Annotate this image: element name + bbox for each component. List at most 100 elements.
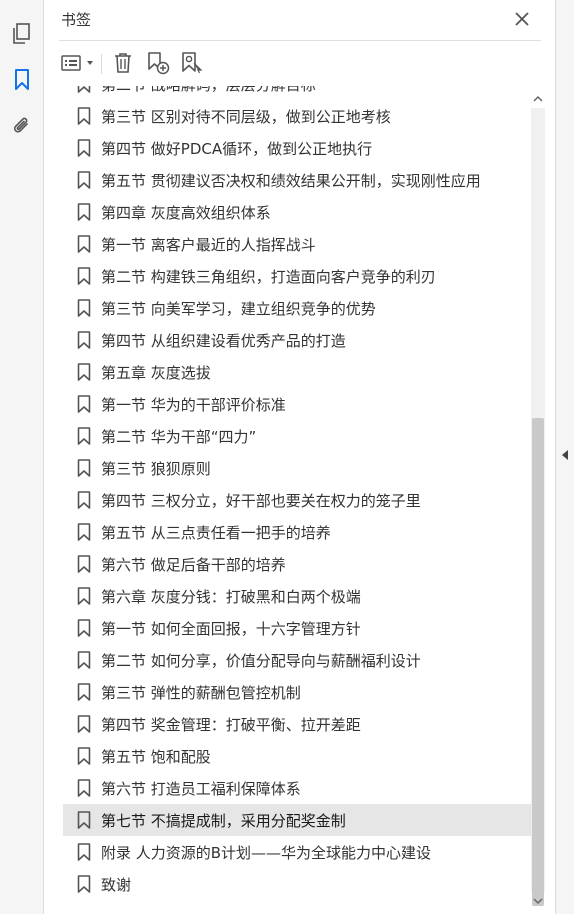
panel-header: 书签 [45,0,555,40]
bookmark-icon [77,875,91,893]
bookmark-icon [77,811,91,829]
bookmark-item[interactable]: 第六节 打造员工福利保障体系 [63,772,531,804]
bookmark-label: 第二节 华为干部“四力” [101,427,257,446]
bookmark-item[interactable]: 第三节 向美军学习，建立组织竞争的优势 [63,292,531,324]
bookmark-icon [77,395,91,413]
bookmark-item[interactable]: 第二节 华为干部“四力” [63,420,531,452]
bookmark-item[interactable]: 致谢 [63,868,531,900]
close-icon[interactable] [511,8,533,30]
bookmark-icon [77,843,91,861]
bookmark-label: 第三节 区别对待不同层级，做到公正地考核 [101,107,391,126]
bookmark-icon [77,331,91,349]
bookmarks-toolbar [45,44,555,84]
bookmark-item[interactable]: 第四节 从组织建设看优秀产品的打造 [63,324,531,356]
bookmark-item[interactable]: 第五章 灰度选拔 [63,356,531,388]
bookmark-label: 第五节 饱和配股 [101,747,211,766]
collapse-panel-icon[interactable] [560,448,570,462]
bookmark-label: 第五章 灰度选拔 [101,363,211,382]
scroll-up-icon[interactable] [531,92,545,106]
bookmark-icon [77,491,91,509]
bookmark-label: 第三节 向美军学习，建立组织竞争的优势 [101,299,376,318]
collapse-rail [555,0,574,914]
bookmark-label: 第一节 华为的干部评价标准 [101,395,286,414]
bookmark-item[interactable]: 第一节 华为的干部评价标准 [63,388,531,420]
bookmark-item[interactable]: 第五节 从三点责任看一把手的培养 [63,516,531,548]
delete-icon[interactable] [111,50,135,76]
bookmark-icon [77,299,91,317]
bookmark-label: 第五节 贯彻建议否决权和绩效结果公开制，实现刚性应用 [101,171,481,190]
bookmark-icon [77,107,91,125]
bookmark-icon [77,203,91,221]
toolbar-separator [101,54,102,74]
bookmark-label: 第五节 从三点责任看一把手的培养 [101,523,331,542]
bookmark-icon [77,363,91,381]
bookmark-icon[interactable] [10,68,34,92]
bookmark-icon [77,683,91,701]
bookmark-item[interactable]: 第四节 奖金管理：打破平衡、拉开差距 [63,708,531,740]
new-bookmark-icon[interactable] [145,50,171,76]
bookmark-icon [77,235,91,253]
bookmark-label: 附录 人力资源的B计划——华为全球能力中心建设 [101,843,432,862]
bookmark-icon [77,619,91,637]
bookmark-label: 第六节 打造员工福利保障体系 [101,779,301,798]
bookmark-item[interactable]: 第二节 构建铁三角组织，打造面向客户竞争的利刃 [63,260,531,292]
bookmark-item[interactable]: 第五节 贯彻建议否决权和绩效结果公开制，实现刚性应用 [63,164,531,196]
bookmark-icon [77,427,91,445]
bookmark-label: 第二节 如何分享，价值分配导向与薪酬福利设计 [101,651,421,670]
bookmark-icon [77,523,91,541]
bookmark-label: 第一节 离客户最近的人指挥战斗 [101,235,316,254]
bookmark-item[interactable]: 第四节 做好PDCA循环，做到公正地执行 [63,132,531,164]
bookmark-icon [77,459,91,477]
bookmark-item[interactable]: 第二节 如何分享，价值分配导向与薪酬福利设计 [63,644,531,676]
pages-icon[interactable] [10,22,34,46]
bookmark-item[interactable]: 第三节 狼狈原则 [63,452,531,484]
scrollbar-track[interactable] [531,108,545,906]
bookmark-item[interactable]: 第七节 不搞提成制，采用分配奖金制 [63,804,531,836]
bookmark-label: 第四章 灰度高效组织体系 [101,203,271,222]
bookmark-label: 第一节 如何全面回报，十六字管理方针 [101,619,361,638]
bookmark-item[interactable]: 第一节 如何全面回报，十六字管理方针 [63,612,531,644]
bookmark-label: 第三节 弹性的薪酬包管控机制 [101,683,301,702]
bookmark-item[interactable]: 第五节 饱和配股 [63,740,531,772]
bookmarks-panel: 书签 第二节 战略解码，层层分解目标第三节 区别对待不同层级，做到公正地考核第四… [45,0,555,914]
bookmark-label: 第三节 狼狈原则 [101,459,211,478]
bookmark-item[interactable]: 附录 人力资源的B计划——华为全球能力中心建设 [63,836,531,868]
bookmark-item[interactable]: 第六节 做足后备干部的培养 [63,548,531,580]
bookmark-icon [77,139,91,157]
bookmark-label: 第二节 战略解码，层层分解目标 [101,86,316,95]
bookmark-item[interactable]: 第四章 灰度高效组织体系 [63,196,531,228]
bookmark-label: 第六章 灰度分钱：打破黑和白两个极端 [101,587,361,606]
options-menu-button[interactable] [59,50,97,76]
bookmark-label: 第七节 不搞提成制，采用分配奖金制 [101,811,346,830]
bookmark-icon [77,267,91,285]
bookmark-item[interactable]: 第六章 灰度分钱：打破黑和白两个极端 [63,580,531,612]
bookmark-label: 第四节 三权分立，好干部也要关在权力的笼子里 [101,491,421,510]
navigation-rail [0,0,44,914]
attachment-icon[interactable] [10,114,34,138]
panel-title: 书签 [61,11,92,29]
bookmark-label: 第二节 构建铁三角组织，打造面向客户竞争的利刃 [101,267,436,286]
header-divider [59,40,541,41]
bookmark-icon [77,715,91,733]
bookmark-item[interactable]: 第三节 区别对待不同层级，做到公正地考核 [63,100,531,132]
bookmark-label: 第六节 做足后备干部的培养 [101,555,286,574]
bookmark-icon [77,747,91,765]
bookmark-icon [77,86,91,93]
bookmark-icon [77,651,91,669]
bookmark-icon [77,779,91,797]
scrollbar-thumb[interactable] [532,418,544,906]
bookmark-icon [77,555,91,573]
bookmark-item[interactable]: 第一节 离客户最近的人指挥战斗 [63,228,531,260]
bookmark-item[interactable]: 第三节 弹性的薪酬包管控机制 [63,676,531,708]
bookmark-item[interactable]: 第四节 三权分立，好干部也要关在权力的笼子里 [63,484,531,516]
bookmark-label: 第四节 奖金管理：打破平衡、拉开差距 [101,715,361,734]
bookmark-label: 第四节 做好PDCA循环，做到公正地执行 [101,139,373,158]
bookmark-label: 致谢 [101,875,132,894]
bookmark-icon [77,587,91,605]
bookmark-icon [77,171,91,189]
scroll-down-icon[interactable] [531,894,545,908]
bookmark-item[interactable]: 第二节 战略解码，层层分解目标 [63,86,531,100]
bookmark-list: 第二节 战略解码，层层分解目标第三节 区别对待不同层级，做到公正地考核第四节 做… [63,86,533,906]
vertical-scrollbar[interactable] [531,92,545,908]
bookmark-from-selection-icon[interactable] [179,50,205,76]
